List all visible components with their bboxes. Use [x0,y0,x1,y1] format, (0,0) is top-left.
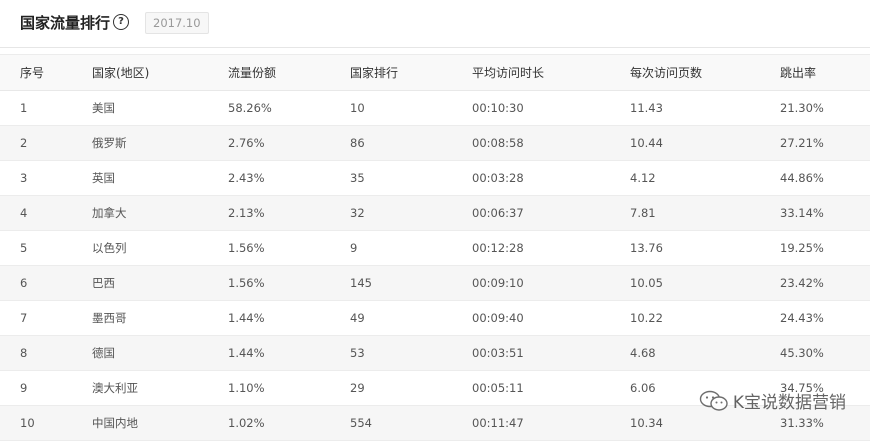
cell-traffic-share: 1.10% [228,370,350,406]
cell-pages-per-visit: 4.68 [630,335,780,371]
cell-rank: 1 [0,90,92,126]
country-traffic-ranking-panel: 国家流量排行 ? 2017.10 序号 国家(地区) 流量份额 国家排行 平均访… [0,0,870,441]
cell-avg-visit-duration: 00:12:28 [472,230,630,266]
table-row[interactable]: 2 俄罗斯 2.76% 86 00:08:58 10.44 27.21% [0,125,870,161]
cell-country-rank: 10 [350,90,472,126]
cell-traffic-share: 58.26% [228,90,350,126]
table-header-row: 序号 国家(地区) 流量份额 国家排行 平均访问时长 每次访问页数 跳出率 [0,54,870,91]
cell-rank: 6 [0,265,92,301]
panel-title: 国家流量排行 [20,14,111,32]
cell-pages-per-visit: 11.43 [630,90,780,126]
cell-country-rank: 53 [350,335,472,371]
cell-traffic-share: 1.56% [228,230,350,266]
panel-header: 国家流量排行 ? 2017.10 [0,0,870,48]
cell-avg-visit-duration: 00:08:58 [472,125,630,161]
column-header-rank[interactable]: 序号 [0,54,92,91]
cell-bounce-rate: 45.30% [780,335,870,371]
watermark-text: K宝说数据营销 [732,393,846,413]
cell-country: 墨西哥 [92,300,228,336]
cell-rank: 9 [0,370,92,406]
cell-country-rank: 145 [350,265,472,301]
help-icon[interactable]: ? [113,14,129,30]
cell-country-rank: 9 [350,230,472,266]
cell-rank: 8 [0,335,92,371]
date-badge[interactable]: 2017.10 [145,12,209,34]
cell-traffic-share: 1.56% [228,265,350,301]
cell-avg-visit-duration: 00:10:30 [472,90,630,126]
column-header-country-rank[interactable]: 国家排行 [350,54,472,91]
table-row[interactable]: 1 美国 58.26% 10 00:10:30 11.43 21.30% [0,90,870,126]
cell-country: 德国 [92,335,228,371]
cell-traffic-share: 1.44% [228,300,350,336]
cell-traffic-share: 1.02% [228,405,350,441]
cell-traffic-share: 2.43% [228,160,350,196]
cell-country: 加拿大 [92,195,228,231]
column-header-country[interactable]: 国家(地区) [92,54,228,91]
cell-pages-per-visit: 7.81 [630,195,780,231]
table-row[interactable]: 6 巴西 1.56% 145 00:09:10 10.05 23.42% [0,265,870,301]
cell-rank: 3 [0,160,92,196]
cell-avg-visit-duration: 00:03:28 [472,160,630,196]
cell-pages-per-visit: 10.22 [630,300,780,336]
cell-country-rank: 86 [350,125,472,161]
column-header-bounce-rate[interactable]: 跳出率 [780,54,870,91]
cell-avg-visit-duration: 00:09:10 [472,265,630,301]
cell-country: 澳大利亚 [92,370,228,406]
cell-avg-visit-duration: 00:11:47 [472,405,630,441]
cell-bounce-rate: 23.42% [780,265,870,301]
cell-country-rank: 554 [350,405,472,441]
table-row[interactable]: 8 德国 1.44% 53 00:03:51 4.68 45.30% [0,335,870,371]
cell-pages-per-visit: 4.12 [630,160,780,196]
cell-rank: 7 [0,300,92,336]
cell-country: 巴西 [92,265,228,301]
cell-pages-per-visit: 10.05 [630,265,780,301]
ranking-table: 序号 国家(地区) 流量份额 国家排行 平均访问时长 每次访问页数 跳出率 1美… [0,54,870,441]
cell-country: 英国 [92,160,228,196]
cell-rank: 4 [0,195,92,231]
cell-avg-visit-duration: 00:06:37 [472,195,630,231]
column-header-avg-visit-duration[interactable]: 平均访问时长 [472,54,630,91]
cell-bounce-rate: 24.43% [780,300,870,336]
cell-country-rank: 29 [350,370,472,406]
cell-rank: 10 [0,405,92,441]
cell-avg-visit-duration: 00:05:11 [472,370,630,406]
table-row[interactable]: 7 墨西哥 1.44% 49 00:09:40 10.22 24.43% [0,300,870,336]
cell-rank: 2 [0,125,92,161]
column-header-pages-per-visit[interactable]: 每次访问页数 [630,54,780,91]
cell-country: 中国内地 [92,405,228,441]
cell-rank: 5 [0,230,92,266]
cell-country-rank: 35 [350,160,472,196]
cell-bounce-rate: 44.86% [780,160,870,196]
table-row[interactable]: 4 加拿大 2.13% 32 00:06:37 7.81 33.14% [0,195,870,231]
cell-country: 以色列 [92,230,228,266]
cell-country: 美国 [92,90,228,126]
cell-bounce-rate: 19.25% [780,230,870,266]
cell-bounce-rate: 33.14% [780,195,870,231]
table-row[interactable]: 3 英国 2.43% 35 00:03:28 4.12 44.86% [0,160,870,196]
cell-bounce-rate: 27.21% [780,125,870,161]
cell-country-rank: 32 [350,195,472,231]
cell-country: 俄罗斯 [92,125,228,161]
table-row[interactable]: 5 以色列 1.56% 9 00:12:28 13.76 19.25% [0,230,870,266]
cell-bounce-rate: 21.30% [780,90,870,126]
cell-country-rank: 49 [350,300,472,336]
column-header-traffic-share[interactable]: 流量份额 [228,54,350,91]
cell-traffic-share: 2.13% [228,195,350,231]
watermark: K宝说数据营销 [699,388,846,413]
cell-pages-per-visit: 10.44 [630,125,780,161]
wechat-icon [699,390,728,411]
cell-traffic-share: 1.44% [228,335,350,371]
cell-pages-per-visit: 13.76 [630,230,780,266]
cell-traffic-share: 2.76% [228,125,350,161]
cell-avg-visit-duration: 00:03:51 [472,335,630,371]
cell-avg-visit-duration: 00:09:40 [472,300,630,336]
